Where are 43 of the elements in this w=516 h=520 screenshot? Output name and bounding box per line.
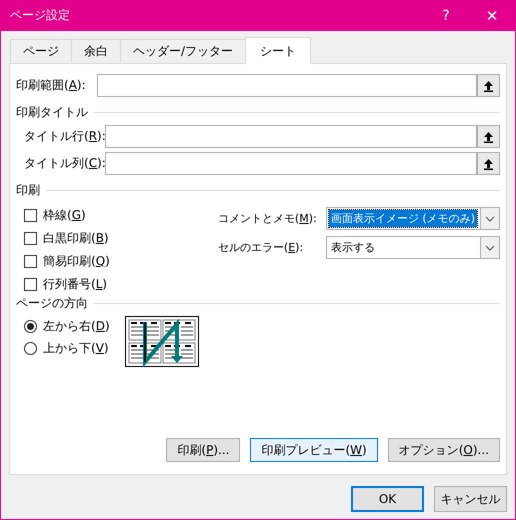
checkbox[interactable] — [24, 208, 37, 222]
checkbox[interactable] — [24, 278, 37, 290]
help-button[interactable]: ? — [423, 8, 469, 24]
window-title: ページ設定 — [9, 7, 71, 24]
up-arrow-icon — [483, 158, 494, 170]
field-label: タイトル列(C): — [24, 155, 105, 172]
dialog-button[interactable]: OK — [351, 486, 424, 512]
radio-label: 左から右(D) — [43, 318, 110, 334]
checkbox-label: 簡易印刷(Q) — [43, 252, 110, 270]
collapse-button[interactable] — [476, 74, 500, 97]
section-heading: 印刷タイトル — [16, 104, 88, 120]
chevron-down-icon — [485, 216, 495, 222]
dropdown[interactable]: 画面表示イメージ (メモのみ) — [326, 207, 500, 230]
checkbox-label: 行列番号(L) — [43, 276, 108, 292]
title-field[interactable] — [105, 152, 476, 175]
chevron-down-icon — [485, 244, 495, 250]
up-arrow-icon — [483, 80, 494, 92]
section-heading: ページの方向 — [16, 294, 88, 312]
checkbox-label: 白黒印刷(B) — [43, 230, 109, 246]
print-area-field[interactable] — [97, 74, 476, 97]
radio-button[interactable] — [24, 320, 37, 332]
close-button[interactable]: ✕ — [469, 6, 515, 24]
up-arrow-icon — [483, 130, 494, 142]
radio-button[interactable] — [24, 342, 37, 354]
collapse-button[interactable] — [476, 152, 500, 175]
dialog-button[interactable]: キャンセル — [434, 486, 507, 512]
dialog-button[interactable]: 印刷プレビュー(W) — [250, 438, 378, 462]
dropdown-label: コメントとメモ(M): — [218, 211, 318, 226]
section-heading: 印刷 — [16, 182, 40, 198]
field-label: タイトル行(R): — [24, 128, 105, 145]
dialog-button[interactable]: 印刷(P)... — [166, 438, 240, 462]
field-label: 印刷範囲(A): — [16, 77, 87, 94]
tab[interactable]: シート — [245, 37, 312, 64]
checkbox[interactable] — [24, 232, 37, 244]
radio-label: 上から下(V) — [43, 340, 109, 356]
dropdown[interactable]: 表示する — [326, 236, 500, 259]
title-field[interactable] — [105, 125, 476, 148]
checkbox[interactable] — [24, 254, 37, 268]
tab[interactable]: ページ — [10, 39, 72, 63]
checkbox-label: 枠線(G) — [43, 206, 86, 224]
collapse-button[interactable] — [476, 125, 500, 148]
dialog-button[interactable]: オプション(O)... — [388, 438, 500, 462]
dropdown-label: セルのエラー(E): — [218, 240, 304, 255]
